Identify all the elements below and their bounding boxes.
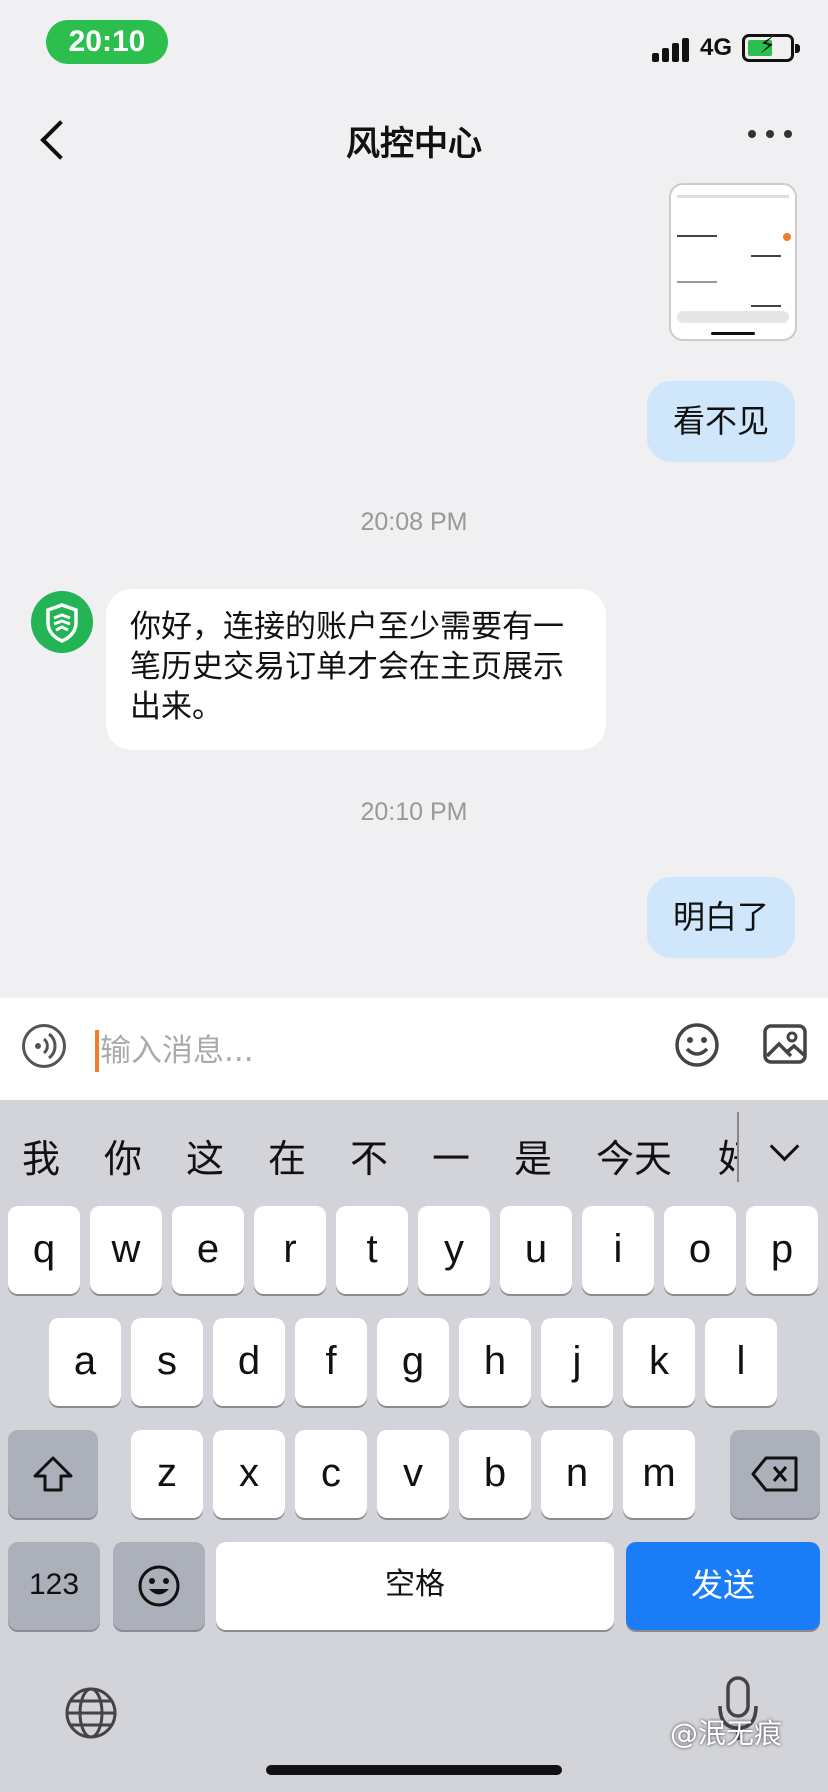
avatar[interactable] (31, 591, 93, 653)
watermark: @泯无痕 (670, 1717, 783, 1750)
network-type: 4G (700, 34, 733, 61)
delete-key[interactable] (730, 1430, 820, 1518)
key-d[interactable]: d (213, 1318, 285, 1406)
key-k[interactable]: k (623, 1318, 695, 1406)
emoji-icon[interactable] (674, 1022, 720, 1068)
key-c[interactable]: c (295, 1430, 367, 1518)
key-n[interactable]: n (541, 1430, 613, 1518)
home-indicator[interactable] (266, 1765, 562, 1775)
key-o[interactable]: o (664, 1206, 736, 1294)
shared-image-thumbnail[interactable] (669, 183, 797, 341)
key-q[interactable]: q (8, 1206, 80, 1294)
candidate-word[interactable]: 今天 (596, 1128, 672, 1183)
key-e[interactable]: e (172, 1206, 244, 1294)
status-bar: 20:10 4G ⚡ (0, 0, 828, 90)
candidate-word[interactable]: 我 (22, 1128, 60, 1183)
key-b[interactable]: b (459, 1430, 531, 1518)
numbers-key[interactable]: 123 (8, 1542, 100, 1630)
emoji-key[interactable] (113, 1542, 205, 1630)
key-t[interactable]: t (336, 1206, 408, 1294)
page-title: 风控中心 (346, 124, 482, 164)
battery-icon: ⚡ (742, 31, 800, 62)
message-timestamp: 20:08 PM (360, 508, 468, 536)
signal-icon (652, 36, 692, 62)
candidate-word[interactable]: 这 (186, 1128, 224, 1183)
key-m[interactable]: m (623, 1430, 695, 1518)
key-g[interactable]: g (377, 1318, 449, 1406)
key-f[interactable]: f (295, 1318, 367, 1406)
candidate-word[interactable]: 是 (514, 1128, 552, 1183)
emoji-icon (138, 1565, 180, 1607)
key-w[interactable]: w (90, 1206, 162, 1294)
key-a[interactable]: a (49, 1318, 121, 1406)
key-u[interactable]: u (500, 1206, 572, 1294)
key-j[interactable]: j (541, 1318, 613, 1406)
key-l[interactable]: l (705, 1318, 777, 1406)
more-icon[interactable] (748, 130, 794, 142)
message-timestamp: 20:10 PM (360, 798, 468, 826)
nav-bar: 风控中心 (0, 100, 828, 180)
text-cursor (95, 1030, 99, 1072)
chevron-down-icon[interactable] (770, 1136, 798, 1164)
candidate-word[interactable]: 好 (718, 1128, 737, 1183)
key-x[interactable]: x (213, 1430, 285, 1518)
key-i[interactable]: i (582, 1206, 654, 1294)
key-v[interactable]: v (377, 1430, 449, 1518)
candidate-divider (737, 1112, 739, 1182)
outgoing-message[interactable]: 看不见 (647, 381, 796, 462)
status-time: 20:10 (46, 20, 168, 64)
keyboard: 我 你 这 在 不 一 是 今天 好 q w e r t y u i o p a… (0, 1100, 828, 1792)
backspace-icon (751, 1456, 798, 1492)
key-z[interactable]: z (131, 1430, 203, 1518)
outgoing-message[interactable]: 明白了 (647, 877, 796, 958)
send-key[interactable]: 发送 (626, 1542, 820, 1630)
shield-icon (46, 603, 78, 643)
candidate-bar: 我 你 这 在 不 一 是 今天 好 (0, 1100, 828, 1202)
globe-icon[interactable] (64, 1686, 118, 1740)
candidate-word[interactable]: 一 (432, 1128, 470, 1183)
message-input[interactable] (100, 1024, 620, 1078)
key-p[interactable]: p (746, 1206, 818, 1294)
key-h[interactable]: h (459, 1318, 531, 1406)
candidate-word[interactable]: 你 (104, 1128, 142, 1183)
incoming-message[interactable]: 你好，连接的账户至少需要有一笔历史交易订单才会在主页展示出来。 (106, 589, 606, 750)
shift-icon (33, 1456, 73, 1492)
space-key[interactable]: 空格 (216, 1542, 614, 1630)
voice-input-icon[interactable] (22, 1024, 66, 1068)
key-s[interactable]: s (131, 1318, 203, 1406)
shift-key[interactable] (8, 1430, 98, 1518)
key-r[interactable]: r (254, 1206, 326, 1294)
candidate-word[interactable]: 不 (350, 1128, 388, 1183)
key-y[interactable]: y (418, 1206, 490, 1294)
candidate-word[interactable]: 在 (268, 1128, 306, 1183)
image-icon[interactable] (763, 1022, 807, 1066)
message-input-bar (0, 998, 828, 1100)
